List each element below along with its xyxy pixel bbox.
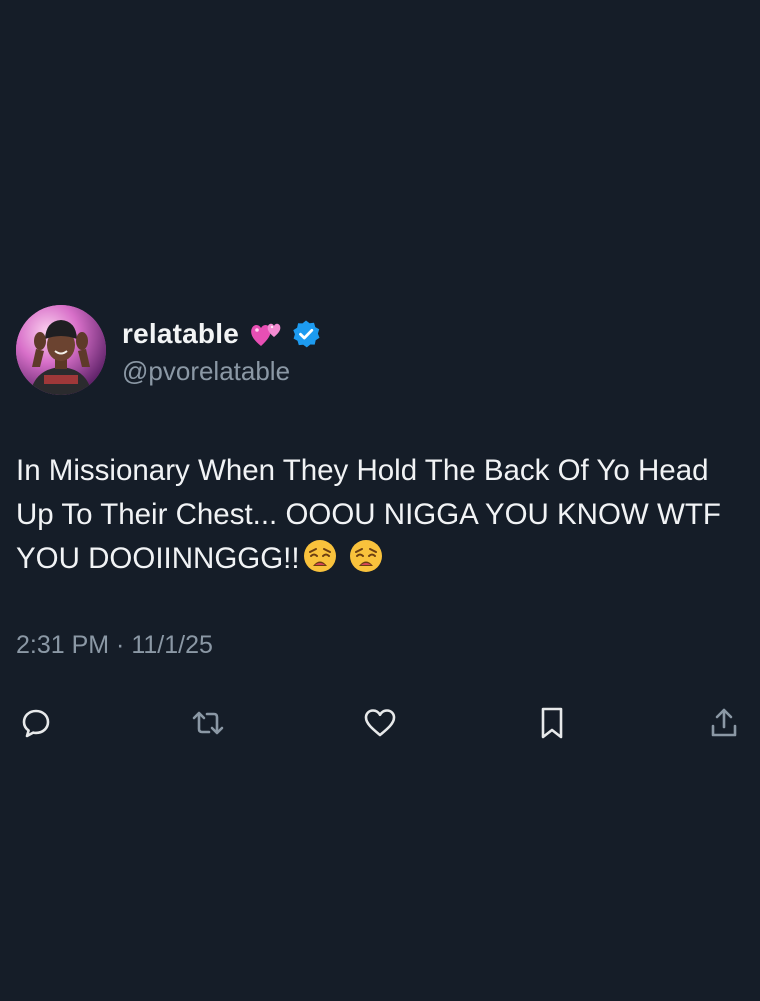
verified-badge-icon[interactable]	[291, 319, 321, 349]
tweet-timestamp[interactable]: 2:31 PM · 11/1/25	[16, 631, 744, 660]
avatar[interactable]	[16, 305, 106, 395]
tweet-text: In Missionary When They Hold The Back Of…	[16, 449, 744, 587]
weary-face-emojis	[302, 538, 384, 587]
share-button[interactable]	[704, 703, 744, 743]
repost-icon	[192, 711, 224, 735]
reply-button[interactable]	[16, 703, 56, 743]
tweet-actions-bar	[16, 701, 744, 745]
repost-button[interactable]	[188, 703, 228, 743]
avatar-image	[16, 305, 106, 395]
author-info: relatable @pvorelatable	[122, 314, 321, 387]
share-icon	[711, 708, 737, 737]
bookmark-button[interactable]	[532, 703, 572, 743]
heart-icon	[364, 709, 396, 737]
like-button[interactable]	[360, 703, 400, 743]
tweet-card: relatable @pvorelatable In Missionary Wh…	[16, 303, 744, 739]
display-name[interactable]: relatable	[122, 318, 239, 350]
author-handle[interactable]: @pvorelatable	[122, 356, 321, 387]
display-name-row: relatable	[122, 314, 321, 354]
reply-icon	[22, 709, 50, 738]
revolving-hearts-emoji-icon	[249, 318, 285, 350]
bookmark-icon	[541, 707, 563, 739]
weary-face-emoji-icon	[303, 540, 382, 572]
tweet-header: relatable @pvorelatable	[16, 303, 744, 397]
